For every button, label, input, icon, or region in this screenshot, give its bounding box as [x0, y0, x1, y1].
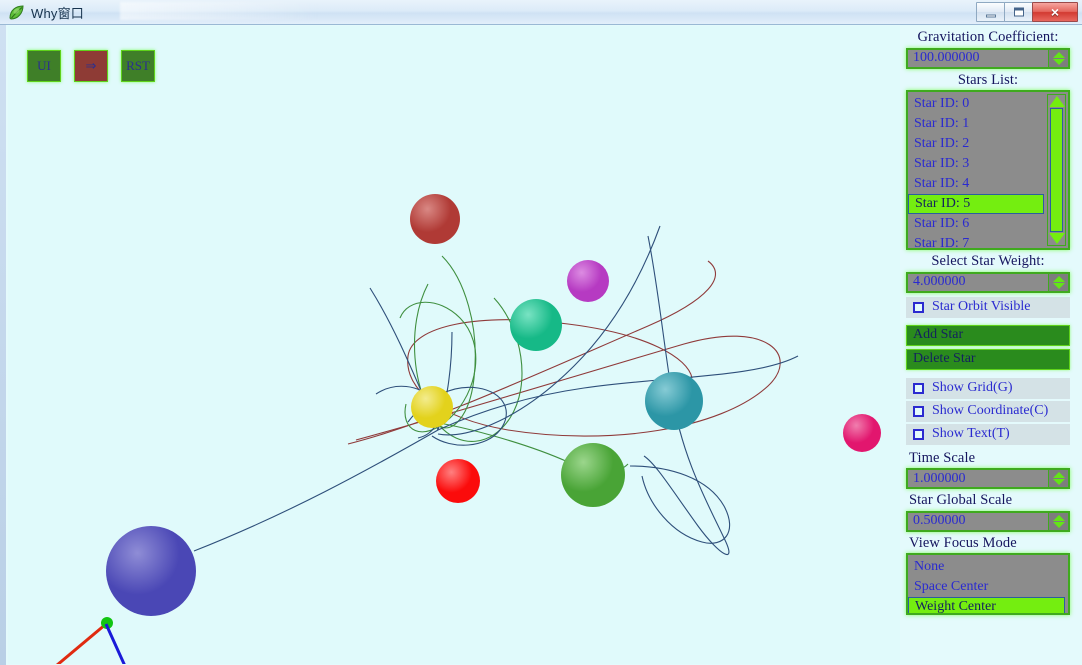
- show-text-checkbox[interactable]: Show Text(T): [906, 423, 1070, 445]
- stepper-up-icon[interactable]: [1052, 514, 1065, 521]
- star-weight-value: 4.000000: [913, 274, 966, 289]
- star-list-item-0[interactable]: Star ID: 0: [908, 94, 1044, 114]
- delete-star-label: Delete Star: [913, 351, 976, 366]
- star-list-item-6[interactable]: Star ID: 6: [908, 214, 1044, 234]
- time-scale-input[interactable]: 1.000000: [906, 468, 1070, 489]
- star-dark-red[interactable]: [410, 194, 460, 244]
- gravitation-label: Gravitation Coefficient:: [917, 29, 1059, 45]
- window-title: Why窗口: [31, 6, 85, 21]
- checkbox-icon[interactable]: [913, 382, 924, 394]
- show-grid-checkbox[interactable]: Show Grid(G): [906, 377, 1070, 399]
- time-scale-label: Time Scale: [909, 449, 976, 466]
- reset-button-label: RST: [126, 58, 150, 73]
- stars-list-scrollbar[interactable]: [1047, 94, 1066, 246]
- leaf-icon: [9, 5, 24, 20]
- stepper-up-icon[interactable]: [1052, 51, 1065, 58]
- star-green[interactable]: [561, 443, 625, 507]
- reset-button[interactable]: RST: [121, 50, 155, 82]
- stepper-up-icon[interactable]: [1052, 275, 1065, 282]
- add-star-label: Add Star: [913, 327, 964, 342]
- stars-list[interactable]: Star ID: 0 Star ID: 1 Star ID: 2 Star ID: 3…: [906, 90, 1070, 250]
- control-panel: Gravitation Coefficient: 100.000000 Star…: [900, 26, 1076, 664]
- delete-star-button[interactable]: Delete Star: [906, 348, 1070, 370]
- global-scale-input[interactable]: 0.500000: [906, 510, 1070, 532]
- scrollbar-thumb[interactable]: [1050, 108, 1063, 232]
- view-focus-mode-label: View Focus Mode: [909, 534, 1017, 551]
- star-yellow[interactable]: [411, 386, 453, 428]
- minimize-icon: [985, 14, 996, 18]
- checkbox-icon[interactable]: [913, 405, 924, 417]
- maximize-button[interactable]: [1004, 2, 1033, 22]
- star-weight-stepper[interactable]: [1048, 273, 1068, 291]
- show-text-label: Show Text(T): [932, 426, 1010, 441]
- star-list-item-2[interactable]: Star ID: 2: [908, 134, 1044, 154]
- minimize-button[interactable]: [976, 2, 1005, 22]
- star-list-item-4[interactable]: Star ID: 4: [908, 174, 1044, 194]
- scene-canvas: [8, 26, 900, 664]
- star-weight-input[interactable]: 4.000000: [906, 271, 1070, 293]
- window-buttons: ×: [976, 2, 1078, 23]
- time-scale-stepper[interactable]: [1048, 470, 1068, 487]
- scroll-up-icon[interactable]: [1048, 96, 1065, 107]
- star-list-item-1[interactable]: Star ID: 1: [908, 114, 1044, 134]
- ui-button-label: UI: [37, 58, 51, 73]
- global-scale-stepper[interactable]: [1048, 512, 1068, 530]
- focus-mode-item-0[interactable]: None: [908, 557, 1065, 577]
- focus-mode-item-1[interactable]: Space Center: [908, 577, 1065, 597]
- arrow-button[interactable]: ⇒: [74, 50, 108, 82]
- close-icon: ×: [1050, 4, 1060, 20]
- star-magenta[interactable]: [843, 414, 881, 452]
- global-scale-value: 0.500000: [913, 513, 966, 528]
- star-list-item-3[interactable]: Star ID: 3: [908, 154, 1044, 174]
- ui-button[interactable]: UI: [27, 50, 61, 82]
- star-orbit-visible-checkbox[interactable]: Star Orbit Visible: [906, 296, 1070, 318]
- show-coordinate-label: Show Coordinate(C): [932, 403, 1049, 418]
- show-coordinate-checkbox[interactable]: Show Coordinate(C): [906, 400, 1070, 422]
- show-grid-label: Show Grid(G): [932, 380, 1013, 395]
- star-list-item-5[interactable]: Star ID: 5: [908, 194, 1044, 214]
- arrow-button-label: ⇒: [85, 58, 97, 73]
- gravitation-value: 100.000000: [913, 50, 980, 65]
- time-scale-value: 1.000000: [913, 470, 966, 486]
- stepper-up-icon[interactable]: [1052, 472, 1065, 478]
- toolbar: UI ⇒ RST: [27, 50, 155, 82]
- application-window: Why窗口 × UI ⇒ RST Gravitation Coefficient…: [0, 0, 1082, 665]
- gravitation-stepper[interactable]: [1048, 49, 1068, 67]
- star-purple[interactable]: [567, 260, 609, 302]
- star-teal[interactable]: [510, 299, 562, 351]
- stepper-down-icon[interactable]: [1052, 282, 1065, 289]
- scroll-down-icon[interactable]: [1048, 233, 1065, 244]
- stepper-down-icon[interactable]: [1052, 521, 1065, 528]
- stepper-down-icon[interactable]: [1052, 58, 1065, 65]
- star-list-item-7[interactable]: Star ID: 7: [908, 234, 1044, 248]
- star-orbit-visible-label: Star Orbit Visible: [932, 299, 1031, 314]
- focus-mode-item-2[interactable]: Weight Center: [908, 597, 1065, 613]
- checkbox-icon[interactable]: [913, 428, 924, 440]
- titlebar-highlight: [120, 2, 320, 20]
- star-cyan[interactable]: [645, 372, 703, 430]
- maximize-icon: [1013, 7, 1024, 17]
- checkbox-icon[interactable]: [913, 301, 924, 313]
- star-blue[interactable]: [106, 526, 196, 616]
- title-bar: Why窗口 ×: [0, 0, 1082, 25]
- close-button[interactable]: ×: [1032, 2, 1078, 22]
- gravitation-input[interactable]: 100.000000: [906, 47, 1070, 69]
- stepper-down-icon[interactable]: [1052, 479, 1065, 485]
- global-scale-label: Star Global Scale: [909, 492, 1013, 508]
- add-star-button[interactable]: Add Star: [906, 324, 1070, 346]
- star-red[interactable]: [436, 459, 480, 503]
- stars-list-label: Stars List:: [957, 71, 1019, 88]
- star-weight-label: Select Star Weight:: [931, 253, 1045, 269]
- view-focus-mode-list[interactable]: None Space Center Weight Center: [906, 553, 1070, 615]
- simulation-viewport[interactable]: [8, 26, 900, 664]
